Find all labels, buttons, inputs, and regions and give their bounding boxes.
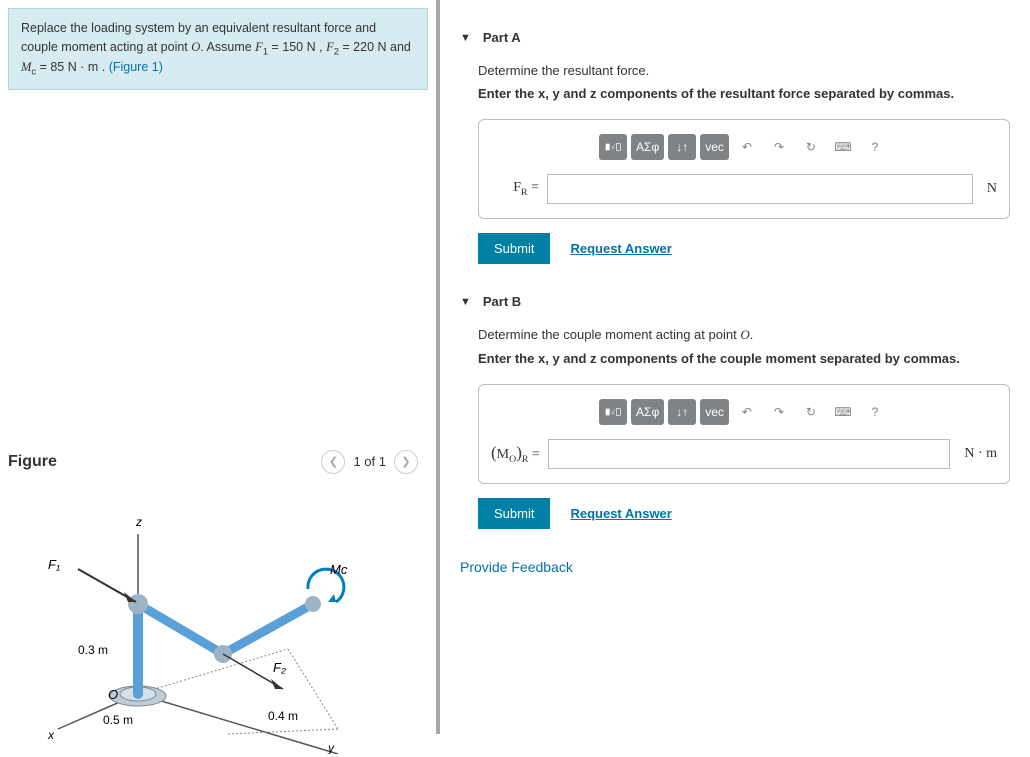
reset-button[interactable]: ↻ (797, 399, 825, 425)
subscript-button[interactable]: ↓↑ (668, 134, 696, 160)
figure-prev-button[interactable]: ❮ (321, 450, 345, 474)
vec-button[interactable]: vec (700, 134, 729, 160)
keyboard-button[interactable]: ⌨ (829, 399, 857, 425)
equation-toolbar: √ ΑΣφ ↓↑ vec ↶ ↷ ↻ ⌨ ? (491, 134, 997, 160)
greek-button[interactable]: ΑΣφ (631, 134, 664, 160)
svg-text:Mc: Mc (330, 562, 348, 577)
part-a-title: Part A (483, 30, 521, 45)
part-a-answer-box: √ ΑΣφ ↓↑ vec ↶ ↷ ↻ ⌨ ? FR = N (478, 119, 1010, 219)
svg-text:0.4 m: 0.4 m (268, 709, 298, 723)
reset-button[interactable]: ↻ (797, 134, 825, 160)
svg-text:F₁: F₁ (48, 557, 60, 572)
part-a-instruction: Enter the x, y and z components of the r… (478, 86, 1010, 101)
part-b-input[interactable] (548, 439, 951, 469)
part-a-header[interactable]: ▼ Part A (460, 30, 1010, 45)
figure-image: z x y F₁ F₂ (8, 494, 388, 754)
part-a-lhs: FR = (491, 180, 539, 198)
svg-text:z: z (135, 515, 142, 529)
help-button[interactable]: ? (861, 134, 889, 160)
subscript-button[interactable]: ↓↑ (668, 399, 696, 425)
redo-button[interactable]: ↷ (765, 399, 793, 425)
svg-text:√: √ (611, 409, 615, 417)
part-b-instruction: Enter the x, y and z components of the c… (478, 351, 1010, 366)
templates-button[interactable]: √ (599, 134, 627, 160)
part-a-input[interactable] (547, 174, 973, 204)
vec-button[interactable]: vec (700, 399, 729, 425)
collapse-caret-icon: ▼ (460, 296, 471, 308)
figure-next-button[interactable]: ❯ (394, 450, 418, 474)
part-a-request-answer-link[interactable]: Request Answer (570, 241, 671, 256)
undo-button[interactable]: ↶ (733, 134, 761, 160)
part-b-request-answer-link[interactable]: Request Answer (570, 506, 671, 521)
undo-button[interactable]: ↶ (733, 399, 761, 425)
equation-toolbar: √ ΑΣφ ↓↑ vec ↶ ↷ ↻ ⌨ ? (491, 399, 997, 425)
part-a-submit-button[interactable]: Submit (478, 233, 550, 264)
part-b-unit: N · m (964, 446, 997, 462)
keyboard-button[interactable]: ⌨ (829, 134, 857, 160)
question-text: Replace the loading system by an equival… (8, 8, 428, 90)
svg-text:√: √ (611, 144, 615, 152)
svg-text:0.3 m: 0.3 m (78, 643, 108, 657)
provide-feedback-link[interactable]: Provide Feedback (460, 559, 1010, 575)
figure-pager: ❮ 1 of 1 ❯ (321, 450, 418, 474)
part-b-title: Part B (483, 294, 521, 309)
part-b-header[interactable]: ▼ Part B (460, 294, 1010, 309)
part-b: ▼ Part B Determine the couple moment act… (460, 294, 1010, 529)
figure-title: Figure (8, 453, 57, 471)
part-b-answer-box: √ ΑΣφ ↓↑ vec ↶ ↷ ↻ ⌨ ? (MO)R = N (478, 384, 1010, 484)
svg-text:O: O (108, 687, 118, 702)
collapse-caret-icon: ▼ (460, 32, 471, 44)
figure-link[interactable]: (Figure 1) (109, 60, 163, 74)
greek-button[interactable]: ΑΣφ (631, 399, 664, 425)
templates-button[interactable]: √ (599, 399, 627, 425)
svg-text:x: x (47, 728, 55, 742)
figure-page-label: 1 of 1 (353, 454, 386, 469)
part-b-lhs: (MO)R = (491, 443, 540, 465)
svg-text:F₂: F₂ (273, 660, 286, 675)
svg-text:0.5 m: 0.5 m (103, 713, 133, 727)
part-a: ▼ Part A Determine the resultant force. … (460, 30, 1010, 264)
help-button[interactable]: ? (861, 399, 889, 425)
part-b-prompt: Determine the couple moment acting at po… (478, 327, 1010, 343)
part-a-prompt: Determine the resultant force. (478, 63, 1010, 78)
part-b-submit-button[interactable]: Submit (478, 498, 550, 529)
part-a-unit: N (987, 181, 997, 197)
redo-button[interactable]: ↷ (765, 134, 793, 160)
svg-text:y: y (327, 741, 335, 754)
